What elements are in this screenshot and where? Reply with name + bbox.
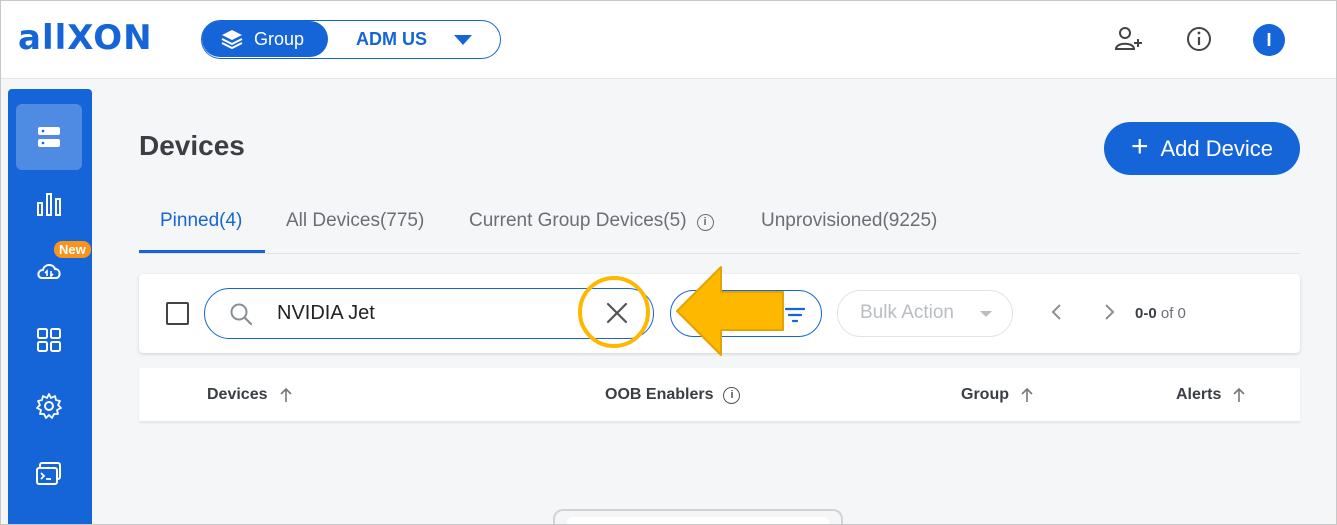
- search-input[interactable]: [277, 297, 567, 330]
- sidebar-item-analytics[interactable]: [16, 171, 82, 237]
- column-oob-label: OOB Enablers: [605, 386, 714, 403]
- allxon-logo: allXON: [18, 18, 153, 58]
- tab-current-group-devices[interactable]: Current Group Devices(5) i: [469, 196, 714, 253]
- device-tabs: Pinned(4) All Devices(775) Current Group…: [139, 196, 1300, 254]
- column-group-label: Group: [961, 386, 1009, 403]
- sort-up-icon[interactable]: [1231, 386, 1247, 404]
- group-value[interactable]: ADM US: [356, 21, 427, 57]
- tab-all-devices-label: All Devices(775): [286, 210, 425, 231]
- pagination-total: of 0: [1160, 305, 1186, 322]
- filter-icon: [784, 307, 806, 323]
- devices-icon: [38, 127, 60, 147]
- tab-current-group-label: Current Group Devices(5): [469, 210, 687, 231]
- bulk-action-dropdown[interactable]: Bulk Action: [837, 290, 1013, 337]
- tab-pinned[interactable]: Pinned(4): [139, 196, 265, 253]
- caret-down-icon[interactable]: [454, 35, 472, 45]
- page-title: Devices: [139, 130, 245, 161]
- column-devices-label: Devices: [207, 386, 268, 403]
- sidebar-item-terminal[interactable]: [16, 441, 82, 507]
- terminal-icon: [36, 462, 61, 485]
- group-mode-pill[interactable]: Group: [202, 21, 328, 57]
- group-selector[interactable]: Group ADM US: [201, 20, 501, 59]
- pagination-range: 0-0: [1135, 305, 1157, 322]
- caret-down-icon: [980, 311, 992, 317]
- sort-up-icon[interactable]: [278, 386, 294, 404]
- user-avatar[interactable]: I: [1253, 24, 1285, 56]
- column-header-oob-enablers[interactable]: OOB Enablers i: [605, 386, 741, 404]
- settings-gear-icon: [36, 393, 62, 419]
- sidebar: New: [8, 89, 92, 525]
- column-header-alerts[interactable]: Alerts: [1176, 386, 1247, 404]
- tab-all-devices[interactable]: All Devices(775): [286, 196, 424, 253]
- layers-icon: [221, 30, 243, 50]
- tab-unprovisioned-label: Unprovisioned(9225): [761, 210, 938, 231]
- column-header-devices[interactable]: Devices: [207, 386, 294, 404]
- column-alerts-label: Alerts: [1176, 386, 1222, 403]
- bulk-action-label: Bulk Action: [860, 302, 954, 323]
- plus-icon: +: [1130, 130, 1149, 163]
- chevron-left-icon[interactable]: [1045, 300, 1069, 324]
- bottom-drawer-handle[interactable]: [553, 509, 843, 525]
- add-device-button[interactable]: + Add Device: [1104, 122, 1300, 175]
- search-icon: [230, 303, 253, 326]
- select-all-checkbox[interactable]: [166, 302, 189, 325]
- tab-pinned-label: Pinned(4): [160, 210, 243, 231]
- analytics-icon: [37, 193, 61, 216]
- sort-up-icon[interactable]: [1019, 386, 1035, 404]
- group-label: Group: [254, 28, 305, 49]
- sidebar-item-apps[interactable]: [16, 307, 82, 373]
- tab-unprovisioned[interactable]: Unprovisioned(9225): [761, 196, 937, 253]
- callout-arrow-icon: [676, 266, 784, 356]
- info-icon[interactable]: [1184, 24, 1214, 54]
- column-header-group[interactable]: Group: [961, 386, 1035, 404]
- new-badge: New: [54, 241, 91, 258]
- info-icon[interactable]: i: [696, 214, 714, 231]
- top-bar: allXON Group ADM US I: [0, 0, 1337, 79]
- apps-grid-icon: [37, 328, 61, 352]
- sidebar-item-settings[interactable]: [16, 373, 82, 439]
- add-user-icon[interactable]: [1112, 24, 1142, 54]
- add-device-label: Add Device: [1160, 135, 1274, 161]
- pagination-status: 0-0 of 0: [1135, 305, 1186, 322]
- highlight-circle: [578, 276, 650, 348]
- device-table-header: Devices OOB Enablers i Group Alerts: [139, 368, 1300, 422]
- info-icon[interactable]: i: [723, 386, 741, 404]
- chevron-right-icon[interactable]: [1097, 300, 1121, 324]
- sidebar-item-devices[interactable]: [16, 104, 82, 170]
- cloud-sync-icon: [37, 264, 61, 279]
